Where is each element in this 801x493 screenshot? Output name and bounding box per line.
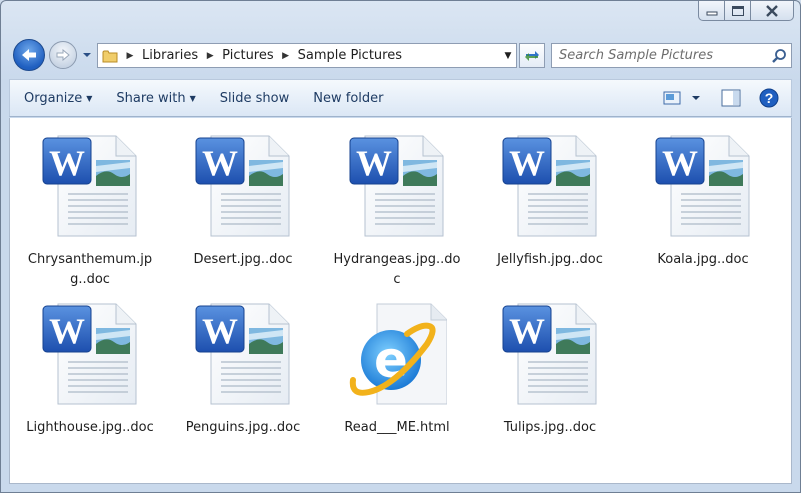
svg-text:W: W (509, 143, 545, 183)
file-item[interactable]: e Read___ME.html (327, 300, 467, 438)
back-button[interactable] (13, 39, 45, 71)
caption-buttons (698, 1, 794, 23)
search-box (551, 43, 792, 68)
arrow-right-icon (56, 48, 70, 62)
file-name-label: Lighthouse.jpg..doc (26, 420, 154, 435)
svg-text:W: W (49, 311, 85, 351)
close-button[interactable] (750, 1, 794, 21)
recent-pages-button[interactable] (81, 47, 93, 63)
arrow-left-icon (22, 49, 36, 61)
toolbar-right: ? (657, 80, 791, 116)
file-item[interactable]: W Chrysanthemum.jpg..doc (20, 132, 160, 290)
file-item[interactable]: W Hydrangeas.jpg..doc (327, 132, 467, 290)
new-folder-label: New folder (313, 90, 384, 106)
file-name-label: Penguins.jpg..doc (185, 420, 301, 435)
breadcrumb-separator-icon[interactable]: ▶ (122, 51, 138, 61)
change-view-button[interactable] (657, 80, 687, 116)
file-list: W Chrysanthemum.jpg..doc W Desert.jpg..d… (9, 118, 792, 484)
svg-text:W: W (202, 311, 238, 351)
word-doc-icon: W (40, 132, 140, 240)
file-item[interactable]: W Desert.jpg..doc (173, 132, 313, 270)
organize-button[interactable]: Organize ▼ (10, 80, 104, 116)
search-input[interactable] (552, 45, 767, 66)
caret-down-icon: ▼ (86, 93, 93, 103)
file-name-label: Jellyfish.jpg..doc (497, 252, 603, 267)
word-doc-icon: W (500, 132, 600, 240)
breadcrumb-sample-pictures[interactable]: Sample Pictures (294, 48, 406, 63)
organize-label: Organize (24, 90, 83, 106)
new-folder-button[interactable]: New folder (301, 80, 395, 116)
view-icon (663, 91, 681, 105)
maximize-icon (731, 5, 744, 16)
close-icon (766, 4, 778, 17)
svg-text:?: ? (765, 90, 774, 106)
file-item[interactable]: W Penguins.jpg..doc (173, 300, 313, 438)
explorer-window: ▶ Libraries ▶ Pictures ▶ Sample Pictures… (0, 0, 801, 493)
help-button[interactable]: ? (753, 80, 791, 116)
word-doc-icon: W (653, 132, 753, 240)
forward-button[interactable] (49, 41, 77, 69)
folder-icon (98, 44, 122, 67)
file-item[interactable]: W Lighthouse.jpg..doc (20, 300, 160, 438)
file-name-label: Hydrangeas.jpg..doc (333, 252, 461, 287)
svg-text:W: W (356, 143, 392, 183)
minimize-icon (706, 11, 717, 15)
word-doc-icon: W (347, 132, 447, 240)
ie-html-icon: e (347, 300, 448, 408)
file-name-label: Read___ME.html (344, 420, 450, 435)
navigation-row: ▶ Libraries ▶ Pictures ▶ Sample Pictures… (11, 39, 792, 73)
breadcrumb-separator-icon[interactable]: ▶ (202, 51, 218, 61)
word-doc-icon: W (193, 300, 293, 408)
share-with-button[interactable]: Share with ▼ (104, 80, 207, 116)
refresh-button[interactable] (519, 43, 545, 68)
file-name-label: Chrysanthemum.jpg..doc (27, 252, 153, 287)
preview-pane-icon (721, 89, 741, 107)
chevron-down-icon (83, 53, 91, 57)
svg-text:W: W (509, 311, 545, 351)
file-name-label: Desert.jpg..doc (193, 252, 293, 267)
word-doc-icon: W (500, 300, 600, 408)
svg-text:W: W (202, 143, 238, 183)
breadcrumb-separator-icon[interactable]: ▶ (278, 51, 294, 61)
word-doc-icon: W (40, 300, 140, 408)
chevron-down-icon (692, 96, 700, 100)
minimize-button[interactable] (698, 1, 724, 21)
refresh-icon (525, 50, 539, 61)
address-dropdown-icon[interactable]: ▼ (500, 44, 516, 67)
word-doc-icon: W (193, 132, 293, 240)
help-icon: ? (759, 88, 779, 108)
view-options-button[interactable] (687, 80, 709, 116)
command-bar: Organize ▼ Share with ▼ Slide show New f… (9, 79, 792, 117)
share-with-label: Share with (116, 90, 186, 106)
search-icon[interactable] (767, 44, 791, 67)
slide-show-button[interactable]: Slide show (208, 80, 301, 116)
breadcrumb-libraries[interactable]: Libraries (138, 48, 202, 63)
file-name-label: Tulips.jpg..doc (503, 420, 597, 435)
slide-show-label: Slide show (219, 90, 290, 106)
breadcrumb-pictures[interactable]: Pictures (218, 48, 277, 63)
file-item[interactable]: W Koala.jpg..doc (633, 132, 773, 270)
file-item[interactable]: W Jellyfish.jpg..doc (480, 132, 620, 270)
svg-text:W: W (49, 143, 85, 183)
preview-pane-button[interactable] (709, 80, 753, 116)
svg-text:W: W (662, 143, 698, 183)
file-item[interactable]: W Tulips.jpg..doc (480, 300, 620, 438)
maximize-button[interactable] (724, 1, 750, 21)
address-bar[interactable]: ▶ Libraries ▶ Pictures ▶ Sample Pictures… (97, 43, 517, 68)
caret-down-icon: ▼ (189, 93, 196, 103)
file-name-label: Koala.jpg..doc (657, 252, 749, 267)
